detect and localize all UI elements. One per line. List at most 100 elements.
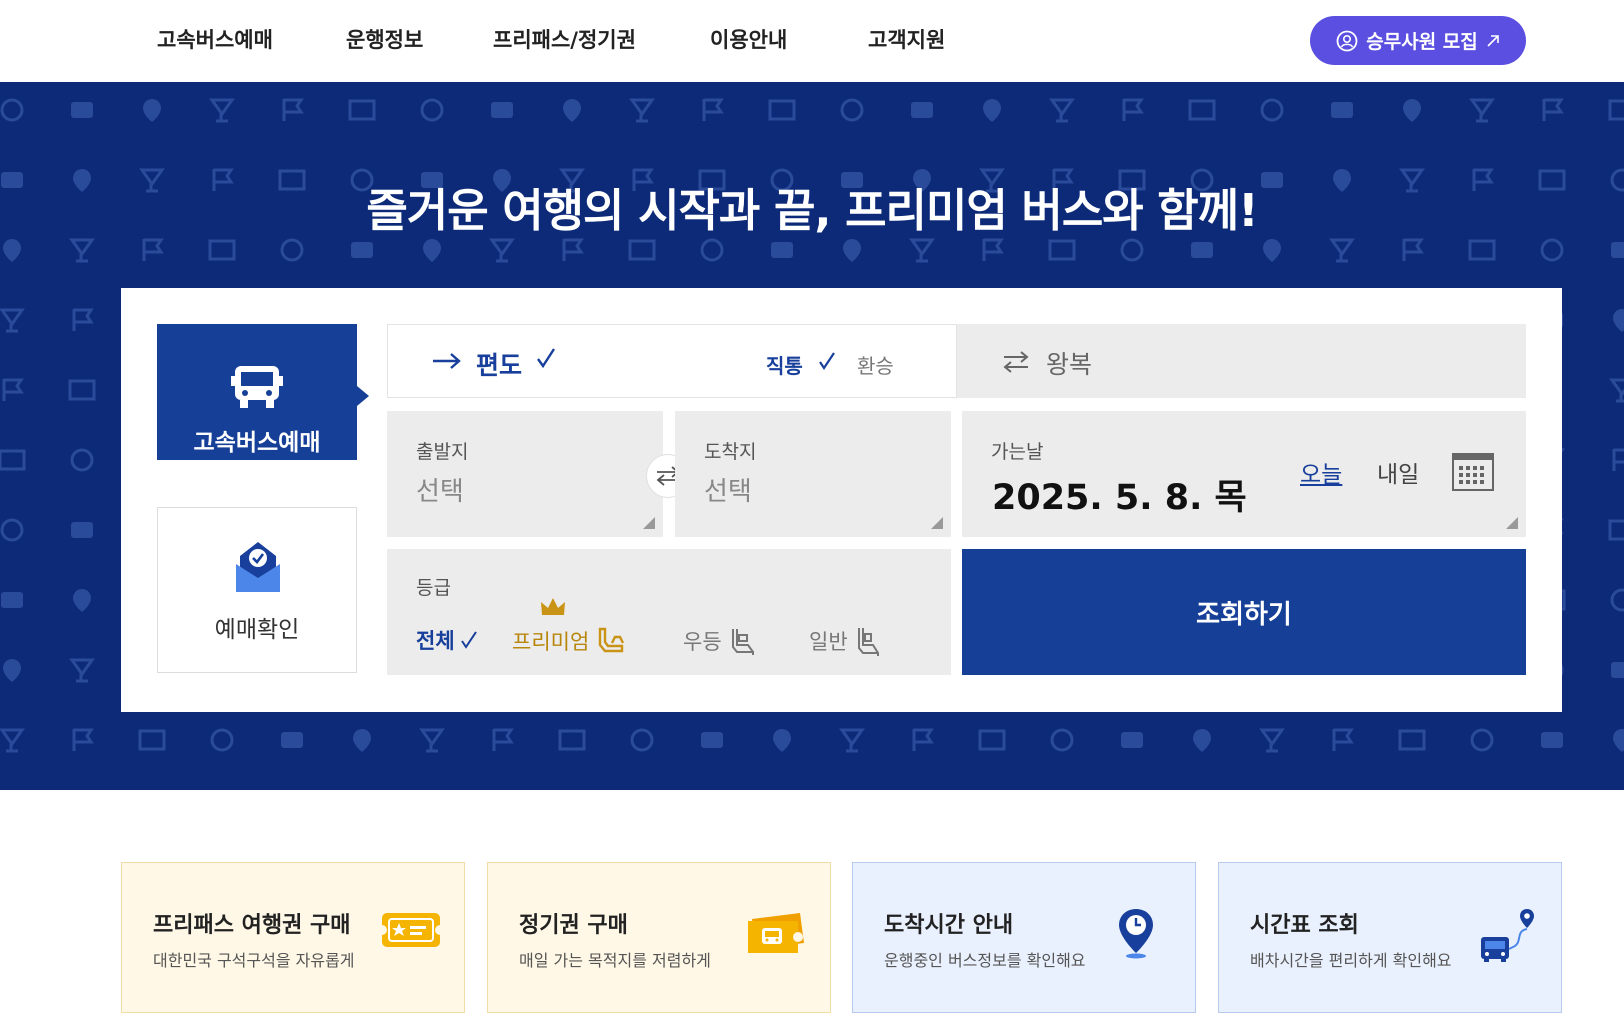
pattern-icon <box>208 239 236 261</box>
pattern-icon <box>70 448 94 472</box>
roundtrip-option[interactable]: 왕복 <box>957 324 1526 398</box>
pattern-icon <box>628 239 656 261</box>
corner-triangle <box>1506 517 1518 529</box>
pattern-icon <box>72 728 94 751</box>
grade-select: 등급 전체 프리미엄 우등 일반 <box>387 549 951 675</box>
nav-express-booking[interactable]: 고속버스예매 <box>157 24 273 54</box>
tab-booking-confirm[interactable]: 예매확인 <box>157 507 357 673</box>
pattern-icon <box>73 589 91 612</box>
tab-booking-confirm-label: 예매확인 <box>214 617 300 643</box>
date-select[interactable]: 가는날 2025. 5. 8. 목 오늘 내일 <box>962 411 1526 537</box>
pattern-icon <box>1613 309 1624 332</box>
pattern-icon <box>489 238 515 263</box>
corner-triangle <box>931 517 943 529</box>
departure-select[interactable]: 출발지 선택 <box>387 411 663 537</box>
pattern-icon <box>69 238 95 263</box>
pattern-icon <box>1608 519 1624 541</box>
grade-excellent-option[interactable]: 우등 <box>683 625 758 657</box>
card-subtitle: 매일 가는 목적지를 저렴하게 <box>519 951 711 970</box>
pattern-icon <box>1611 242 1624 258</box>
tab-express-booking-label: 고속버스예매 <box>193 430 321 456</box>
pattern-icon <box>0 308 25 333</box>
pattern-icon <box>3 659 21 682</box>
departure-value: 선택 <box>416 477 464 507</box>
grade-premium-option[interactable]: 프리미엄 <box>512 598 627 657</box>
pattern-icon <box>978 729 1006 751</box>
ticket-icon <box>377 909 445 955</box>
pattern-icon <box>1120 238 1144 262</box>
pattern-icon <box>1610 588 1624 612</box>
pattern-icon <box>0 728 25 753</box>
pattern-icon <box>558 729 586 751</box>
nav-customer-support[interactable]: 고객지원 <box>868 24 945 54</box>
pattern-icon <box>843 239 861 262</box>
pattern-icon <box>1191 242 1213 258</box>
nav-usage-guide[interactable]: 이용안내 <box>710 24 787 54</box>
pattern-icon <box>1402 238 1424 261</box>
nav-freepass[interactable]: 프리패스/정기권 <box>493 24 636 54</box>
timetable-card[interactable]: 시간표 조회 배차시간을 편리하게 확인해요 <box>1218 862 1562 1013</box>
top-header: 고속버스예매 운행정보 프리패스/정기권 이용안내 고객지원 승무사원 모집 <box>0 0 1624 82</box>
pattern-icon <box>1612 448 1624 471</box>
seat-icon <box>731 629 754 655</box>
pattern-icon <box>1398 729 1426 751</box>
pattern-icon <box>630 728 654 752</box>
freepass-card[interactable]: 프리패스 여행권 구매 대한민국 구석구석을 자유롭게 <box>121 862 465 1013</box>
pattern-icon <box>701 732 723 748</box>
oneway-option[interactable]: 편도 직통 환승 <box>387 324 957 398</box>
pattern-icon <box>1611 662 1624 678</box>
tab-express-booking[interactable]: 고속버스예매 <box>157 324 369 460</box>
pattern-icon <box>351 242 373 258</box>
corner-triangle <box>643 517 655 529</box>
mail-check-icon <box>232 540 284 598</box>
tomorrow-button[interactable]: 내일 <box>1377 455 1419 489</box>
pattern-icon <box>1188 99 1216 121</box>
location-clock-icon <box>1117 907 1155 963</box>
season-ticket-card[interactable]: 정기권 구매 매일 가는 목적지를 저렴하게 <box>487 862 831 1013</box>
crown-icon <box>540 597 566 622</box>
pattern-icon <box>773 729 791 752</box>
pattern-icon <box>1122 98 1144 121</box>
pattern-icon <box>210 728 234 752</box>
pattern-icon <box>138 729 166 751</box>
bus-icon <box>231 362 283 414</box>
departure-caption: 출발지 <box>416 441 469 463</box>
card-subtitle: 대한민국 구석구석을 자유롭게 <box>153 951 355 970</box>
pattern-icon <box>280 238 304 262</box>
card-subtitle: 배차시간을 편리하게 확인해요 <box>1250 951 1452 970</box>
pattern-icon <box>1193 729 1211 752</box>
direct-option[interactable]: 직통 <box>766 350 803 379</box>
search-button[interactable]: 조회하기 <box>962 549 1526 675</box>
calendar-icon[interactable] <box>1452 453 1494 495</box>
pattern-icon <box>72 308 94 331</box>
grade-all-option[interactable]: 전체 <box>416 625 477 655</box>
check-icon <box>536 347 556 373</box>
card-title: 정기권 구매 <box>519 913 628 938</box>
swap-arrows-icon <box>1001 350 1031 378</box>
grade-caption: 등급 <box>416 577 451 599</box>
pattern-icon <box>419 728 445 753</box>
recruit-button[interactable]: 승무사원 모집 <box>1310 16 1526 65</box>
arrival-select[interactable]: 도착지 선택 <box>675 411 951 537</box>
pattern-icon <box>353 729 371 752</box>
pattern-icon <box>2 378 24 401</box>
transfer-option[interactable]: 환승 <box>857 350 894 379</box>
grade-normal-label: 일반 <box>809 630 848 654</box>
nav-operation-info[interactable]: 운행정보 <box>346 24 423 54</box>
roundtrip-label: 왕복 <box>1046 350 1093 379</box>
pattern-icon <box>1332 728 1354 751</box>
pattern-icon <box>1259 728 1285 753</box>
pattern-icon <box>423 239 441 262</box>
pattern-icon <box>420 98 444 122</box>
date-caption: 가는날 <box>991 441 1044 463</box>
today-button[interactable]: 오늘 <box>1300 455 1342 489</box>
card-subtitle: 운행중인 버스정보를 확인해요 <box>884 951 1086 970</box>
pattern-icon <box>1540 238 1564 262</box>
pattern-icon <box>563 99 581 122</box>
pattern-icon <box>1608 99 1624 121</box>
pattern-icon <box>492 728 514 751</box>
grade-normal-option[interactable]: 일반 <box>809 625 882 657</box>
bus-ticket-icon <box>746 909 808 959</box>
card-title: 도착시간 안내 <box>884 913 1014 938</box>
arrival-time-card[interactable]: 도착시간 안내 운행중인 버스정보를 확인해요 <box>852 862 1196 1013</box>
